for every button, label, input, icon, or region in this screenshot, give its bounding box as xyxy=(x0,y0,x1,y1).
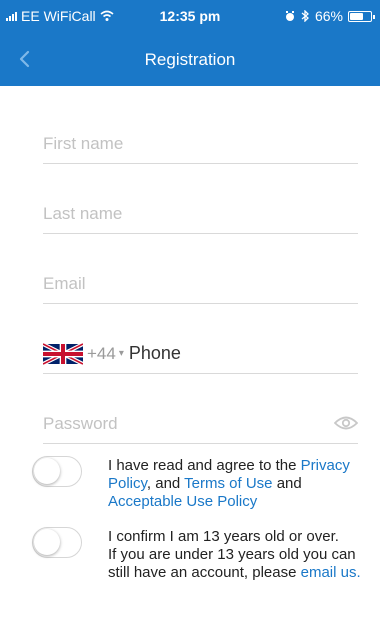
age-toggle[interactable] xyxy=(32,527,82,558)
password-field[interactable] xyxy=(43,404,358,444)
status-right: 66% xyxy=(285,8,375,24)
uk-flag-icon[interactable] xyxy=(43,341,83,367)
battery-percent: 66% xyxy=(314,8,343,24)
alarm-icon xyxy=(285,11,294,21)
bluetooth-icon xyxy=(301,10,309,22)
eye-icon[interactable] xyxy=(334,414,358,432)
phone-row: +44 ▾ xyxy=(43,334,358,373)
terms-toggle[interactable] xyxy=(32,456,82,487)
app-header: EE WiFiCall 12:35 pm 66% Registration xyxy=(0,0,380,86)
first-name-field[interactable] xyxy=(43,124,358,164)
battery-tip xyxy=(373,14,375,19)
acceptable-use-policy-link[interactable]: Acceptable Use Policy xyxy=(108,493,257,510)
battery-icon xyxy=(348,10,375,22)
password-input[interactable] xyxy=(43,404,358,443)
chevron-down-icon[interactable]: ▾ xyxy=(119,348,124,359)
terms-text-2: , and xyxy=(146,475,185,492)
age-toggle-knob[interactable] xyxy=(34,529,60,555)
age-line-1: I confirm I am 13 years old or over. xyxy=(108,528,339,545)
battery-fill xyxy=(350,12,363,20)
terms-toggle-knob[interactable] xyxy=(34,458,60,484)
terms-of-use-link[interactable]: Terms of Use xyxy=(184,475,272,492)
terms-consent-text: I have read and agree to the Privacy Pol… xyxy=(108,457,364,511)
status-bar: EE WiFiCall 12:35 pm 66% xyxy=(0,0,380,30)
terms-text-1: I have read and agree to the xyxy=(108,457,301,474)
phone-field[interactable]: +44 ▾ xyxy=(43,334,358,374)
email-input[interactable] xyxy=(43,264,358,303)
age-consent-text: I confirm I am 13 years old or over. If … xyxy=(108,528,364,582)
terms-text-3: and xyxy=(272,475,302,492)
first-name-input[interactable] xyxy=(43,124,358,163)
dial-code[interactable]: +44 xyxy=(87,344,116,364)
age-line-2: If you are under 13 years old you can st… xyxy=(108,546,364,582)
email-us-link[interactable]: email us. xyxy=(301,564,361,581)
last-name-field[interactable] xyxy=(43,194,358,234)
phone-input[interactable] xyxy=(128,334,358,373)
last-name-input[interactable] xyxy=(43,194,358,233)
email-field[interactable] xyxy=(43,264,358,304)
page-title: Registration xyxy=(144,50,236,69)
